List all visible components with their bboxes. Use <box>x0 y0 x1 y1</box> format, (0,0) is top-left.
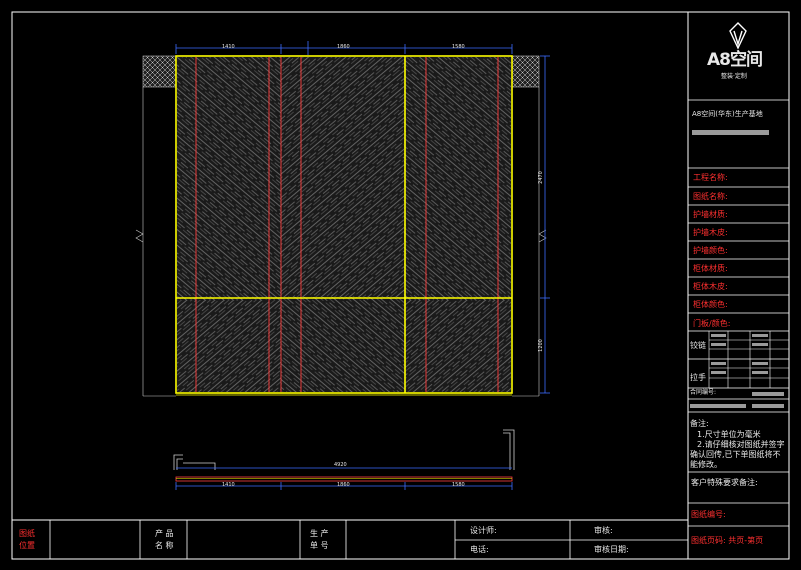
review-date-label: 审核日期: <box>594 545 629 554</box>
sheet-title: A8空间(华东)生产基地 <box>692 110 763 118</box>
hw-cell <box>711 362 726 365</box>
field-wall-color: 护墙颜色: <box>693 246 728 255</box>
field-cabinet-material: 柜体材质: <box>693 264 728 273</box>
contract-label: 合同编号: <box>690 389 717 396</box>
review-label: 审核: <box>594 526 613 535</box>
hinge-label: 铰链 <box>690 341 706 350</box>
hw-cell <box>752 343 768 346</box>
order-label-1: 生 产 <box>310 529 329 538</box>
info-bar <box>752 404 784 408</box>
cad-drawing <box>11 11 790 560</box>
order-label-2: 单 号 <box>310 541 329 550</box>
field-wall-veneer: 护墙木皮: <box>693 228 728 237</box>
dim-plan-width: 4920 <box>334 462 347 468</box>
position-label-2: 位置 <box>19 541 35 550</box>
designer-label: 设计师: <box>470 526 497 535</box>
page-no-label: 图纸页码: 共页-第页 <box>691 536 764 545</box>
hw-cell <box>752 334 768 337</box>
dim-top-3: 1580 <box>452 44 465 50</box>
customer-note-label: 客户特殊要求备注: <box>691 478 758 487</box>
field-project: 工程名称: <box>693 173 728 182</box>
notes-line-3: 确认回传,已下单图纸将不 <box>690 450 781 459</box>
dim-plan-1: 1410 <box>222 482 235 488</box>
notes-line-1: 1.尺寸单位为毫米 <box>697 430 761 439</box>
field-cabinet-color: 柜体颜色: <box>693 300 728 309</box>
notes-line-2: 2.请仔细核对图纸并签字 <box>697 440 785 449</box>
dim-right-2: 1200 <box>537 339 544 352</box>
position-label-1: 图纸 <box>19 529 35 538</box>
notes-title: 备注: <box>690 419 709 428</box>
dim-right-1: 2470 <box>537 171 544 184</box>
info-bar <box>690 404 746 408</box>
product-label-1: 产 品 <box>155 529 174 538</box>
hw-cell <box>711 371 726 374</box>
brand-name: A8空间 <box>707 50 763 70</box>
logo-mark-icon <box>729 22 747 50</box>
dim-plan-3: 1580 <box>452 482 465 488</box>
dim-top-2: 1860 <box>337 44 350 50</box>
field-drawing-name: 图纸名称: <box>693 192 728 201</box>
hw-cell <box>711 343 726 346</box>
field-cabinet-veneer: 柜体木皮: <box>693 282 728 291</box>
notes-line-4: 能修改。 <box>690 460 722 469</box>
field-wall-material: 护墙材质: <box>693 210 728 219</box>
dim-plan-2: 1860 <box>337 482 350 488</box>
company-bar <box>692 130 769 135</box>
product-label-2: 名 称 <box>155 541 174 550</box>
field-door-color: 门板/颜色: <box>693 319 731 328</box>
brand-tagline: 整装·定制 <box>721 73 747 80</box>
contract-value-bar <box>752 392 784 396</box>
hw-cell <box>711 334 726 337</box>
phone-label: 电话: <box>470 545 489 554</box>
hw-cell <box>752 371 768 374</box>
dim-top-1: 1410 <box>222 44 235 50</box>
handle-label: 拉手 <box>690 373 706 382</box>
drawing-no-label: 图纸编号: <box>691 510 726 519</box>
hw-cell <box>752 362 768 365</box>
